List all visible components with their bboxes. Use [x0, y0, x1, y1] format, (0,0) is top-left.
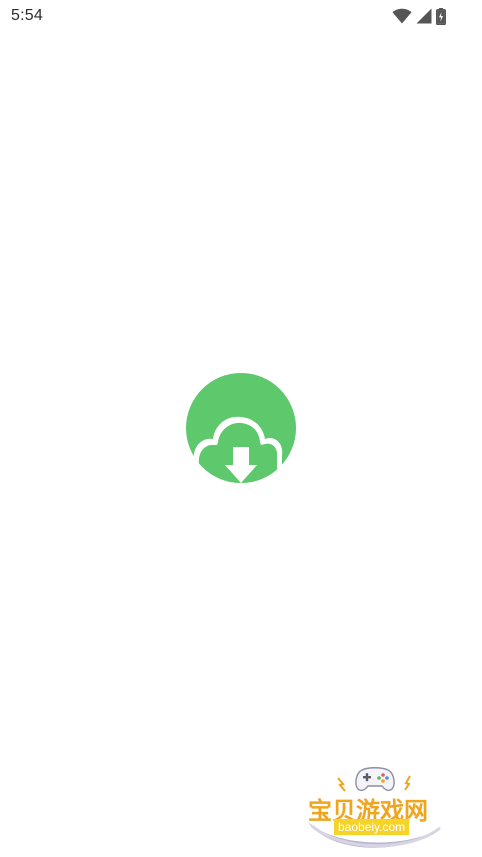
splash-logo: [186, 373, 296, 483]
cellular-signal-icon: [416, 8, 432, 24]
watermark-logo: 宝贝游戏网 baobeiy.com: [302, 764, 452, 852]
watermark-domain: baobeiy.com: [334, 819, 410, 835]
gamepad-icon: [355, 767, 395, 792]
status-time: 5:54: [11, 7, 43, 24]
status-bar: 5:54: [0, 0, 482, 32]
cloud-download-icon: [186, 373, 296, 483]
wifi-icon: [392, 8, 412, 24]
status-icons: [392, 7, 446, 25]
battery-charging-icon: [436, 7, 446, 25]
